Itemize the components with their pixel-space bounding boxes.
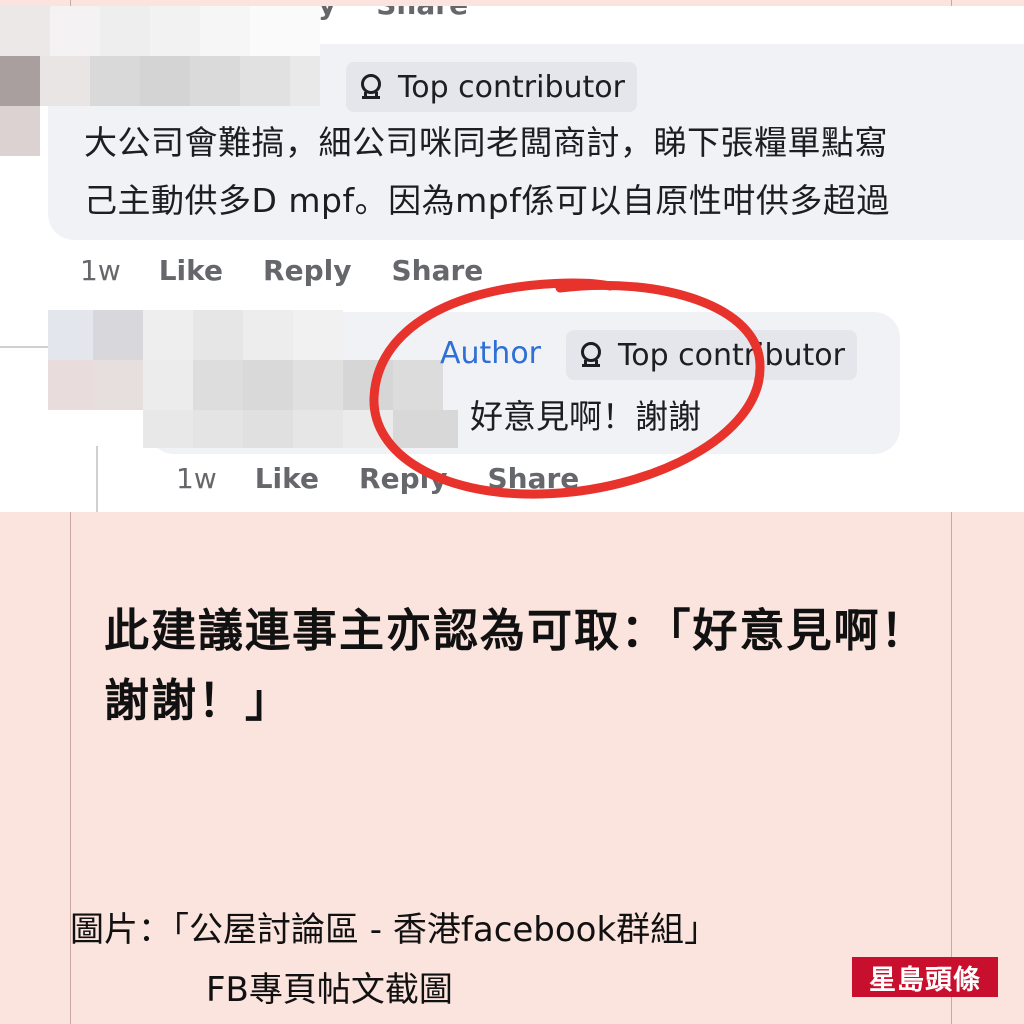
logo-mark: 星島頭條 — [854, 959, 996, 996]
image-source-line-1: 圖片：「公屋討論區 - 香港facebook群組」 — [70, 910, 719, 950]
red-highlight-circle — [369, 278, 765, 499]
article-caption: 此建議連事主亦認為可取：「好意見啊！謝謝！」 — [104, 604, 928, 727]
image-source-line-2: FB專頁帖文截圖 — [206, 970, 453, 1010]
singtao-headline-logo: 星島頭條 — [852, 957, 998, 997]
facebook-screenshot: y Share Top contributor 大公司會難搞，細公司咪同老闆商討… — [0, 6, 1024, 512]
